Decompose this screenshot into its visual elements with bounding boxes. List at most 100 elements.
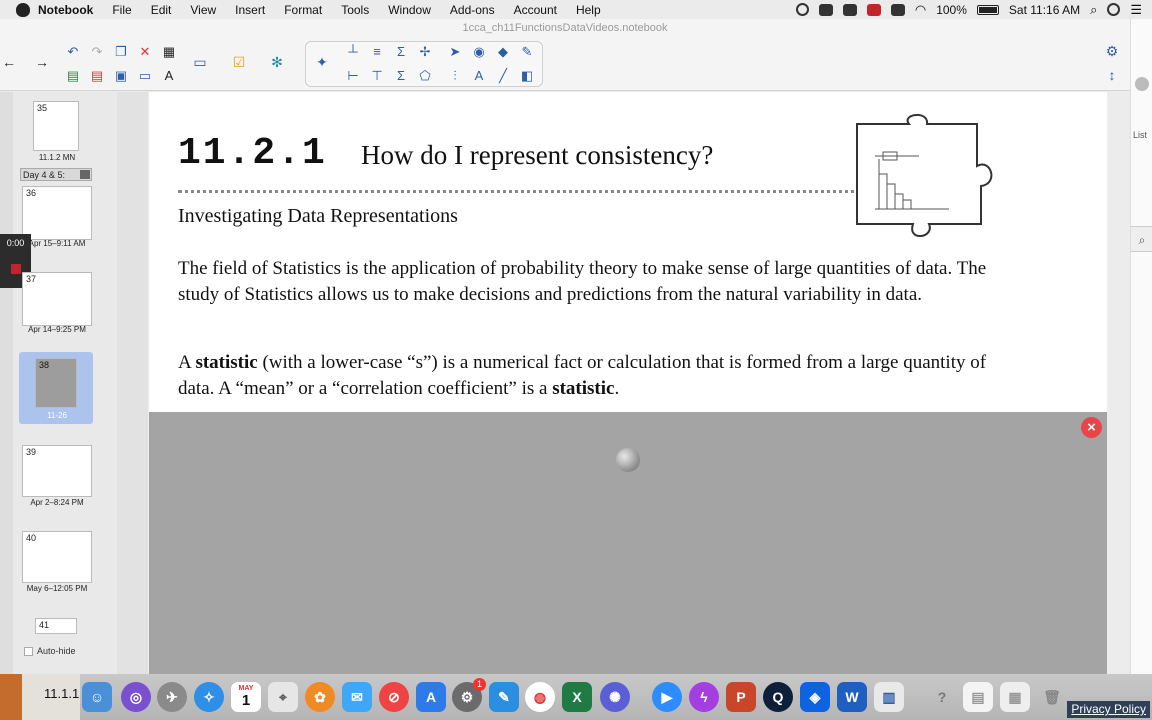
- trash-icon[interactable]: 🗑: [1037, 682, 1067, 712]
- redo-icon[interactable]: ↷: [88, 42, 106, 60]
- delete-icon[interactable]: ✕: [136, 42, 154, 60]
- battery-icon[interactable]: [976, 4, 999, 15]
- page-thumbnail-37[interactable]: 37: [22, 272, 92, 326]
- fill-icon[interactable]: ◆: [494, 42, 512, 60]
- add-ons-puzzle-icon[interactable]: ✦: [313, 53, 331, 71]
- downloads-stack-icon[interactable]: ▦: [1000, 682, 1030, 712]
- notebook-page[interactable]: 11.2.1 How do I represent consistency? I…: [149, 92, 1107, 412]
- insert-table-icon[interactable]: ▦: [160, 42, 178, 60]
- menu-window[interactable]: Window: [388, 3, 431, 17]
- align-left-icon[interactable]: ⊢: [344, 66, 362, 84]
- notebook-app-icon[interactable]: ✎: [489, 682, 519, 712]
- sidebar-tabs[interactable]: [0, 92, 13, 674]
- menu-format[interactable]: Format: [284, 3, 322, 17]
- clock[interactable]: Sat 11:16 AM: [1009, 3, 1080, 17]
- help-icon[interactable]: ?: [927, 682, 957, 712]
- text-tool-icon[interactable]: A: [470, 66, 488, 84]
- menu-view[interactable]: View: [190, 3, 216, 17]
- chevron-icon[interactable]: [1135, 77, 1149, 91]
- zoom-icon[interactable]: ▶: [652, 682, 682, 712]
- delete-page-icon[interactable]: ▤: [88, 66, 106, 84]
- menu-account[interactable]: Account: [514, 3, 557, 17]
- page-thumbnail-39[interactable]: 39: [22, 445, 92, 497]
- page-thumbnail-35[interactable]: 35: [33, 101, 79, 151]
- word-icon[interactable]: W: [837, 682, 867, 712]
- clone-page-icon[interactable]: ❐: [112, 42, 130, 60]
- undo-icon[interactable]: ↶: [64, 42, 82, 60]
- finder-icon[interactable]: ☺: [82, 682, 112, 712]
- siri-icon[interactable]: ◎: [121, 682, 151, 712]
- excel-icon[interactable]: X: [562, 682, 592, 712]
- maps-icon[interactable]: ⌖: [268, 682, 298, 712]
- autohide-option[interactable]: Auto-hide: [24, 646, 76, 656]
- news-icon[interactable]: ⊘: [379, 682, 409, 712]
- document-stack-icon[interactable]: ▤: [963, 682, 993, 712]
- wifi-icon[interactable]: ◠: [915, 2, 926, 18]
- back-arrow-icon[interactable]: ←: [0, 53, 18, 71]
- shapes-icon[interactable]: ◉: [470, 42, 488, 60]
- status-app-icon[interactable]: [842, 3, 857, 16]
- launchpad-icon[interactable]: ✈: [157, 682, 187, 712]
- response-check-icon[interactable]: ☑: [230, 53, 248, 71]
- menu-app-name[interactable]: Notebook: [38, 3, 93, 17]
- eraser-icon[interactable]: ◧: [518, 66, 536, 84]
- properties-icon[interactable]: ⫶: [446, 66, 464, 84]
- page-group-selector[interactable]: Day 4 & 5:: [20, 168, 92, 181]
- page-thumbnail-40[interactable]: 40: [22, 531, 92, 583]
- status-lines-icon[interactable]: [890, 3, 905, 16]
- calendar-icon[interactable]: MAY 1: [231, 682, 261, 712]
- table-tool-icon[interactable]: ≡: [368, 42, 386, 60]
- quicktime-icon[interactable]: Q: [763, 682, 793, 712]
- shape-recognize-icon[interactable]: ⬠: [416, 66, 434, 84]
- settings-gear-icon[interactable]: ⚙: [1103, 42, 1121, 60]
- apple-menu-icon[interactable]: [16, 2, 30, 17]
- menu-help[interactable]: Help: [576, 3, 601, 17]
- close-icon[interactable]: ×: [1081, 417, 1102, 438]
- add-page-icon[interactable]: ▤: [64, 66, 82, 84]
- geometry-icon[interactable]: ✢: [416, 42, 434, 60]
- menu-edit[interactable]: Edit: [151, 3, 172, 17]
- graph-icon[interactable]: ┴: [344, 42, 362, 60]
- screen-shade-icon[interactable]: ▭: [136, 66, 154, 84]
- page-thumbnail-38[interactable]: 38: [35, 358, 77, 408]
- page-thumbnail-41[interactable]: 41: [35, 618, 77, 634]
- privacy-policy-link[interactable]: Privacy Policy: [1067, 701, 1150, 718]
- embedded-media-panel[interactable]: ×: [149, 412, 1107, 674]
- display-icon[interactable]: ▭: [191, 53, 209, 71]
- chevron-down-icon[interactable]: [80, 170, 90, 179]
- spotlight-search-icon[interactable]: ⌕: [1090, 2, 1097, 18]
- chrome-icon[interactable]: ◍: [525, 682, 555, 712]
- dropbox-icon[interactable]: ◈: [800, 682, 830, 712]
- control-center-icon[interactable]: ☰: [1130, 2, 1142, 18]
- sum-icon[interactable]: Σ: [392, 42, 410, 60]
- align-top-icon[interactable]: ⊤: [368, 66, 386, 84]
- autohide-checkbox[interactable]: [24, 646, 33, 656]
- safari-icon[interactable]: ✧: [194, 682, 224, 712]
- photos-icon[interactable]: ✿: [305, 682, 335, 712]
- menu-insert[interactable]: Insert: [235, 3, 265, 17]
- menu-file[interactable]: File: [112, 3, 131, 17]
- menu-tools[interactable]: Tools: [341, 3, 369, 17]
- status-extension-icon[interactable]: [818, 3, 833, 16]
- status-gear-icon[interactable]: [795, 3, 809, 16]
- pen-icon[interactable]: ✎: [518, 42, 536, 60]
- lab-activity-icon[interactable]: ✻: [268, 53, 286, 71]
- chart-app-icon[interactable]: ▥: [874, 682, 904, 712]
- text-recognize-icon[interactable]: A: [160, 66, 178, 84]
- app-store-icon[interactable]: A: [416, 682, 446, 712]
- app-flower-icon[interactable]: ✺: [600, 682, 630, 712]
- line-tool-icon[interactable]: ╱: [494, 66, 512, 84]
- forward-arrow-icon[interactable]: →: [33, 53, 51, 71]
- page-thumbnail-36[interactable]: 36: [22, 186, 92, 240]
- siri-icon[interactable]: [1107, 3, 1121, 16]
- sigma-box-icon[interactable]: Σ: [392, 66, 410, 84]
- messages-icon[interactable]: ✉: [342, 682, 372, 712]
- save-icon[interactable]: ▣: [112, 66, 130, 84]
- powerpoint-icon[interactable]: P: [726, 682, 756, 712]
- status-red-icon[interactable]: [866, 3, 881, 16]
- search-icon[interactable]: ⌕: [1131, 226, 1152, 252]
- sidebar-resize-strip[interactable]: [117, 92, 148, 674]
- stop-record-icon[interactable]: [10, 264, 21, 274]
- select-pointer-icon[interactable]: ➤: [446, 42, 464, 60]
- messenger-icon[interactable]: ϟ: [689, 682, 719, 712]
